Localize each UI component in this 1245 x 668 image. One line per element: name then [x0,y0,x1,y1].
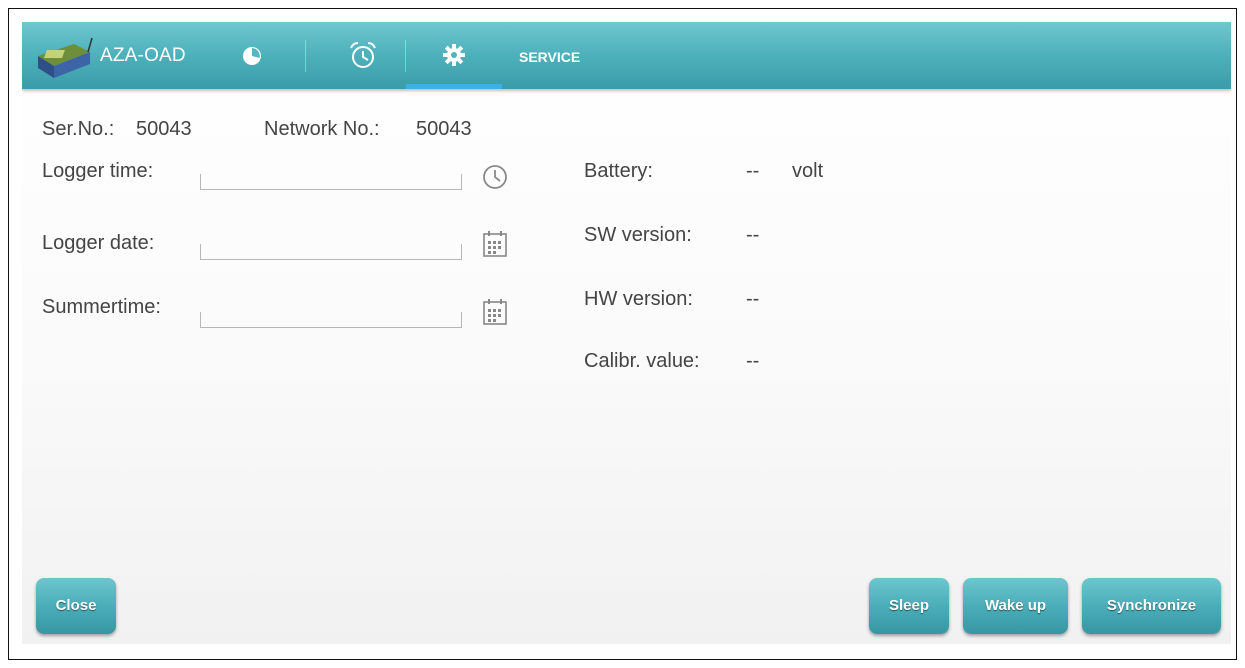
calendar-icon[interactable] [482,230,508,258]
network-value: 50043 [416,118,472,140]
alarm-clock-icon [350,42,376,68]
calendar-icon[interactable] [482,298,508,326]
battery-unit: volt [792,160,824,182]
tab-selected-indicator [406,84,502,89]
gear-icon [443,44,465,66]
close-button[interactable]: Close [36,578,116,634]
calibr-value-label: Calibr. value: [584,350,700,372]
synchronize-button[interactable]: Synchronize [1082,578,1221,634]
hw-version-value: -- [746,288,760,310]
battery-value: -- [746,160,760,182]
logger-time-label: Logger time: [42,160,154,182]
tab-divider [305,40,306,72]
summertime-field[interactable] [200,312,462,328]
logger-date-field[interactable] [200,244,462,260]
tab-service-label: SERVICE [519,49,581,65]
pie-chart-icon [243,47,261,65]
wake-up-button[interactable]: Wake up [963,578,1068,634]
app-screen: AZA-OAD SERVICE Ser.No.: 50043 Network N… [22,22,1231,644]
sleep-button[interactable]: Sleep [869,578,949,634]
logger-time-field[interactable] [200,174,462,190]
serial-value: 50043 [136,118,192,140]
network-label: Network No.: [264,118,380,140]
tab-service[interactable] [406,22,502,89]
sw-version-label: SW version: [584,224,692,246]
sw-version-value: -- [746,224,760,246]
hw-version-label: HW version: [584,288,693,310]
battery-label: Battery: [584,160,653,182]
serial-label: Ser.No.: [42,118,115,140]
action-bar: AZA-OAD SERVICE [22,22,1231,89]
app-title: AZA-OAD [100,45,186,66]
summertime-label: Summertime: [42,296,161,318]
tab-alarm[interactable] [318,22,408,89]
clock-icon[interactable] [482,164,508,190]
device-logo-icon[interactable] [32,36,94,80]
tab-overview[interactable] [222,22,282,89]
logger-date-label: Logger date: [42,232,155,254]
calibr-value-value: -- [746,350,760,372]
